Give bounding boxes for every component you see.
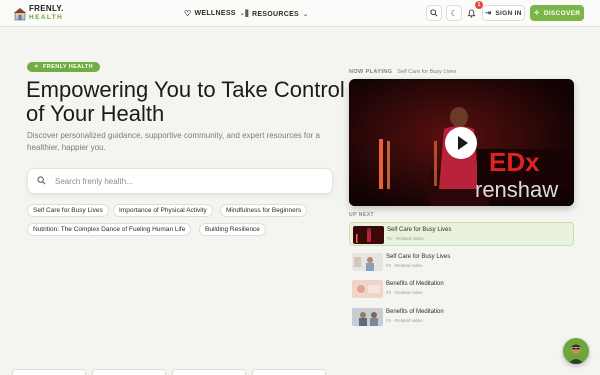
search-icon xyxy=(37,175,49,187)
sign-in-button[interactable]: ⇥ SIGN IN xyxy=(482,5,525,21)
heart-icon: ♡ xyxy=(184,9,192,18)
video-thumbnail xyxy=(352,253,383,271)
top-header: FRENLY. HEALTH ♡ WELLNESS ⌄ ⫼ RESOURCES … xyxy=(0,0,600,27)
playlist-item-title: Benefits of Meditation xyxy=(386,309,444,315)
hero-subtitle: Discover personalized guidance, supporti… xyxy=(27,131,320,152)
video-player[interactable]: EDx renshaw xyxy=(349,79,574,206)
nav-wellness[interactable]: ♡ WELLNESS ⌄ xyxy=(184,9,245,18)
search-bar[interactable] xyxy=(27,168,333,194)
up-next-label: UP NEXT xyxy=(349,212,375,218)
search-input[interactable] xyxy=(55,176,305,186)
brand-name: FRENLY. xyxy=(29,4,64,13)
playlist-item-meta: #1 · Related video xyxy=(387,236,424,241)
notifications-button[interactable]: 1 xyxy=(463,1,483,21)
svg-text:EDx: EDx xyxy=(489,147,540,177)
books-icon: ⫼ xyxy=(245,9,249,18)
topic-chip[interactable]: Building Resilience xyxy=(199,223,266,236)
video-thumbnail xyxy=(352,308,383,326)
card-edge xyxy=(252,369,326,375)
playlist-item-meta: #2 · Related video xyxy=(386,263,423,268)
card-edge xyxy=(12,369,86,375)
playlist-item[interactable]: Self Care for Busy Lives #2 · Related vi… xyxy=(349,250,574,274)
discover-button[interactable]: ✧ DISCOVER xyxy=(530,5,584,21)
discover-label: DISCOVER xyxy=(543,9,581,17)
brand-pill-label: FRENLY HEALTH xyxy=(43,64,94,70)
playlist-item-title: Self Care for Busy Lives xyxy=(386,254,451,260)
bell-icon xyxy=(466,8,476,18)
playlist-item[interactable]: Benefits of Meditation #3 · Related vide… xyxy=(349,277,574,301)
sign-in-icon: ⇥ xyxy=(485,10,492,17)
svg-text:renshaw: renshaw xyxy=(475,177,558,202)
search-icon xyxy=(430,9,438,17)
now-playing-title: Self Care for Busy Lives xyxy=(397,69,457,75)
playlist-item-title: Benefits of Meditation xyxy=(386,281,444,287)
brand-logo-icon xyxy=(14,7,26,21)
nav-resources[interactable]: ⫼ RESOURCES ⌄ xyxy=(245,9,308,19)
playlist-item[interactable]: Benefits of Meditation #4 · Related vide… xyxy=(349,305,574,329)
assistant-avatar-button[interactable] xyxy=(563,338,589,364)
nav-wellness-label: WELLNESS xyxy=(194,10,236,17)
topic-chip[interactable]: Importance of Physical Activity xyxy=(113,204,213,217)
play-button[interactable] xyxy=(445,127,477,159)
topic-chip[interactable]: Nutrition: The Complex Dance of Fueling … xyxy=(27,223,192,236)
playlist-item[interactable]: Self Care for Busy Lives #1 · Related vi… xyxy=(349,222,574,246)
card-edge xyxy=(92,369,166,375)
now-playing-label: NOW PLAYING xyxy=(349,69,393,75)
nav-resources-label: RESOURCES xyxy=(251,10,300,18)
playlist-item-title: Self Care for Busy Lives xyxy=(387,227,452,233)
theme-toggle-button[interactable]: ☾ xyxy=(446,5,462,21)
brand-tagline: HEALTH xyxy=(29,14,64,21)
moon-icon: ☾ xyxy=(450,8,458,18)
sparkle-icon: ✧ xyxy=(34,64,40,70)
playlist-item-meta: #4 · Related video xyxy=(386,318,423,323)
page-title: Empowering You to Take Control of Your H… xyxy=(26,77,345,126)
video-thumbnail xyxy=(352,280,383,298)
avatar xyxy=(568,344,584,364)
brand-pill: ✧ FRENLY HEALTH xyxy=(27,62,101,72)
chevron-down-icon: ⌄ xyxy=(303,11,309,18)
brand-logo[interactable]: FRENLY. HEALTH xyxy=(14,5,64,22)
search-button[interactable] xyxy=(426,5,442,21)
video-thumbnail xyxy=(353,226,384,244)
card-edge xyxy=(172,369,246,375)
topic-chip[interactable]: Self Care for Busy Lives xyxy=(27,204,109,217)
topic-chip[interactable]: Mindfulness for Beginners xyxy=(220,204,308,217)
sparkle-icon: ✧ xyxy=(533,10,540,17)
playlist-item-meta: #3 · Related video xyxy=(386,290,423,295)
sign-in-label: SIGN IN xyxy=(495,9,522,17)
now-playing-header: NOW PLAYING Self Care for Busy Lives xyxy=(349,69,456,75)
